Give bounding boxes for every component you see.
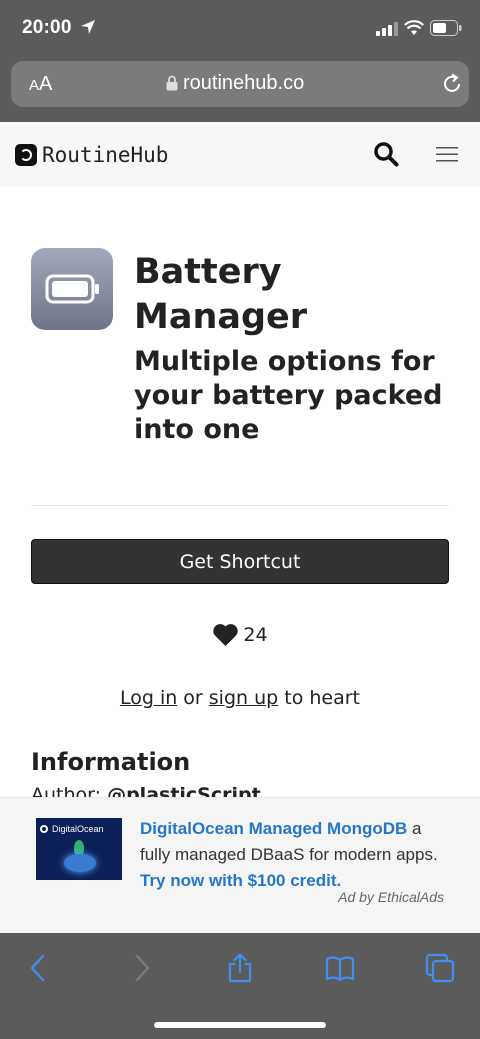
ethicalads-banner[interactable]: DigitalOcean DigitalOcean Managed MongoD… [0,797,480,933]
cellular-signal-icon [376,22,398,36]
ad-cta-link[interactable]: Try now with $100 credit. [140,871,341,890]
tabs-icon[interactable] [425,953,455,983]
status-time: 20:00 [22,17,72,38]
text-size-small-a: A [29,77,40,94]
ad-image[interactable]: DigitalOcean [36,818,122,880]
information-heading: Information [31,748,191,776]
address-bar[interactable]: AA routinehub.co [11,61,469,107]
ad-image-label: DigitalOcean [52,824,104,834]
battery-app-icon [45,274,99,304]
login-prompt: Log in or sign up to heart [0,687,480,709]
login-link[interactable]: Log in [120,687,177,709]
forward-icon[interactable] [126,953,156,983]
wifi-icon [404,20,424,35]
get-shortcut-button[interactable]: Get Shortcut [31,539,449,584]
lock-icon [166,75,178,91]
back-icon[interactable] [24,953,54,983]
to-heart-text: to heart [278,687,361,709]
ad-attribution[interactable]: Ad by EthicalAds [338,889,444,905]
browser-top-chrome: 20:00 AA routinehub.co [0,0,480,122]
heart-count: 24 [243,624,268,646]
heart-icon [213,624,239,646]
author-link[interactable]: @plasticScript [107,784,261,798]
shortcut-title: Battery Manager [134,252,308,337]
shortcut-app-icon [31,248,113,330]
ad-headline-link[interactable]: DigitalOcean Managed MongoDB [140,819,407,838]
hamburger-menu-icon[interactable] [436,144,458,164]
digitalocean-logo-icon [40,825,48,833]
url-text[interactable]: routinehub.co [183,72,304,95]
divider [31,505,449,506]
battery-icon [430,20,462,36]
home-indicator [154,1022,326,1028]
text-size-button[interactable]: AA [29,73,52,96]
or-text: or [177,687,209,709]
heart-counter: 24 [0,623,480,647]
author-label: Author: [31,784,108,798]
status-bar: 20:00 [0,0,480,56]
author-row: Author: @plasticScript [31,784,261,798]
routinehub-logo[interactable]: RoutineHub [15,142,168,168]
routinehub-logo-icon [15,144,37,166]
signup-link[interactable]: sign up [209,687,278,709]
site-navbar: RoutineHub [0,122,480,187]
reload-icon[interactable] [441,73,463,95]
shortcut-subtitle: Multiple options for your battery packed… [134,346,443,445]
platform-graphic [64,854,96,872]
location-arrow-icon [81,20,95,34]
bookmarks-icon[interactable] [325,953,355,983]
text-size-large-a: A [39,73,53,95]
share-icon[interactable] [225,953,255,983]
logo-text: RoutineHub [42,143,169,167]
ad-text: DigitalOcean Managed MongoDB a fully man… [140,816,455,894]
search-icon[interactable] [373,141,399,167]
